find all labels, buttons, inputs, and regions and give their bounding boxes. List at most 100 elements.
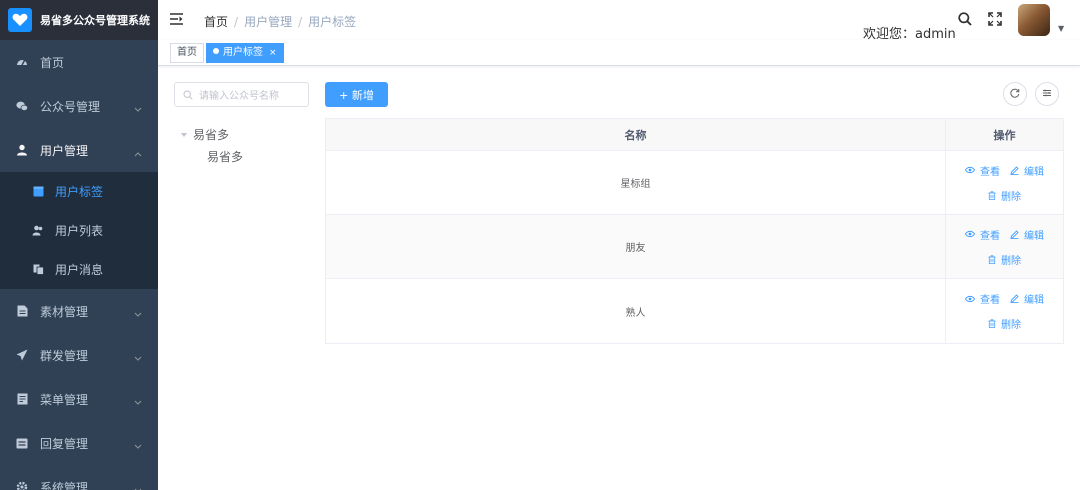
official-account-search-input[interactable]: 请输入公众号名称 [174, 82, 309, 107]
sidebar-item-label: 素材管理 [40, 304, 89, 319]
heart-logo-icon [8, 8, 32, 32]
tag-icon [32, 186, 44, 198]
sidebar-item-user-tags[interactable]: 用户标签 [0, 172, 158, 211]
message-icon [32, 264, 44, 276]
sidebar-item-reply[interactable]: 回复管理 [0, 421, 158, 465]
view-button[interactable]: 查看 [965, 291, 1000, 306]
user-icon [16, 144, 28, 156]
tree-node-child[interactable]: 易省多 [207, 148, 243, 165]
cell-actions: 查看 编辑 删除 [946, 279, 1063, 343]
tags-table: 名称 操作 星标组 查看 编辑 删除 朋友 查看 编辑 删除 熟人 查看 编辑 … [325, 118, 1064, 344]
delete-button[interactable]: 删除 [988, 316, 1021, 331]
fullscreen-icon[interactable] [988, 12, 1002, 29]
sidebar-item-home[interactable]: 首页 [0, 40, 158, 84]
add-button[interactable]: + 新增 [325, 82, 388, 107]
breadcrumb-separator: / [298, 15, 303, 29]
delete-button[interactable]: 删除 [988, 252, 1021, 267]
sidebar-item-label: 首页 [40, 55, 65, 70]
edit-icon [1010, 165, 1019, 175]
chevron-down-icon [134, 102, 142, 116]
top-navbar: 首页 / 用户管理 / 用户标签 欢迎您：admin ▼ [158, 0, 1080, 42]
cell-actions: 查看 编辑 删除 [946, 151, 1063, 214]
settings-icon [16, 481, 28, 490]
edit-button[interactable]: 编辑 [1010, 291, 1044, 306]
users-submenu: 用户标签 用户列表 用户消息 [0, 172, 158, 289]
trash-icon [988, 190, 996, 200]
active-dot-icon [213, 48, 219, 54]
delete-button[interactable]: 删除 [988, 188, 1021, 203]
hamburger-toggle-icon[interactable] [170, 13, 184, 28]
eye-icon [965, 295, 975, 303]
caret-down-icon[interactable]: ▼ [1058, 24, 1064, 33]
sidebar-item-user-messages[interactable]: 用户消息 [0, 250, 158, 289]
eye-icon [965, 166, 975, 174]
table-row: 熟人 查看 编辑 删除 [326, 279, 1063, 343]
caret-down-icon[interactable] [181, 133, 187, 137]
edit-icon [1010, 229, 1019, 239]
view-button[interactable]: 查看 [965, 227, 1000, 242]
breadcrumb-separator: / [234, 15, 239, 29]
tab-home[interactable]: 首页 [170, 43, 204, 63]
sidebar-item-users[interactable]: 用户管理 [0, 128, 158, 172]
sidebar-item-label: 群发管理 [40, 348, 89, 363]
cell-name: 熟人 [326, 279, 946, 343]
logo-area[interactable]: 易省多公众号管理系统 [0, 0, 158, 40]
tab-user-tags[interactable]: 用户标签 × [206, 43, 284, 63]
trash-icon [988, 254, 996, 264]
dashboard-icon [16, 56, 28, 68]
tree-node-label: 易省多 [207, 150, 244, 164]
refresh-icon [1010, 87, 1020, 101]
chevron-down-icon [134, 307, 142, 321]
cell-name: 星标组 [326, 151, 946, 214]
sidebar: 易省多公众号管理系统 首页 公众号管理 用户管理 用户标签 用户列表 用户消息 … [0, 0, 158, 490]
delete-label: 删除 [1001, 191, 1021, 203]
refresh-button[interactable] [1003, 82, 1027, 106]
edit-label: 编辑 [1024, 166, 1044, 178]
sidebar-item-label: 用户标签 [55, 185, 104, 199]
search-icon [183, 89, 193, 100]
menu-doc-icon [16, 393, 28, 405]
view-label: 查看 [980, 230, 1000, 242]
filter-settings-icon [1042, 87, 1052, 101]
chevron-down-icon [134, 351, 142, 365]
peoples-icon [32, 225, 44, 237]
avatar[interactable] [1018, 4, 1050, 36]
edit-button[interactable]: 编辑 [1010, 163, 1044, 178]
delete-label: 删除 [1001, 255, 1021, 267]
edit-label: 编辑 [1024, 295, 1044, 306]
view-button[interactable]: 查看 [965, 163, 1000, 178]
tree-node-label: 易省多 [193, 128, 230, 142]
sidebar-item-label: 回复管理 [40, 436, 89, 451]
trash-icon [988, 319, 996, 328]
search-icon[interactable] [958, 12, 972, 29]
close-icon[interactable]: × [269, 48, 277, 58]
sidebar-item-label: 菜单管理 [40, 392, 89, 407]
tab-label: 首页 [177, 47, 197, 58]
table-row: 朋友 查看 编辑 删除 [326, 215, 1063, 279]
breadcrumb-item: 用户管理 [244, 15, 293, 29]
sidebar-item-label: 公众号管理 [40, 99, 101, 114]
edit-button[interactable]: 编辑 [1010, 227, 1044, 242]
tab-label: 用户标签 [223, 47, 263, 58]
sidebar-item-user-list[interactable]: 用户列表 [0, 211, 158, 250]
column-header-actions: 操作 [993, 128, 1016, 142]
breadcrumb: 首页 / 用户管理 / 用户标签 [204, 13, 356, 30]
sidebar-item-materials[interactable]: 素材管理 [0, 289, 158, 333]
edit-label: 编辑 [1024, 230, 1044, 242]
sidebar-item-label: 系统管理 [40, 480, 89, 490]
breadcrumb-item: 用户标签 [308, 15, 357, 29]
sidebar-item-broadcast[interactable]: 群发管理 [0, 333, 158, 377]
wechat-icon [16, 100, 28, 112]
sidebar-item-label: 用户列表 [55, 224, 104, 238]
tags-view-bar: 首页 用户标签 × [158, 40, 1080, 66]
chevron-down-icon [134, 439, 142, 453]
column-settings-button[interactable] [1035, 82, 1059, 106]
sidebar-item-wechat[interactable]: 公众号管理 [0, 84, 158, 128]
sidebar-item-menu-mgmt[interactable]: 菜单管理 [0, 377, 158, 421]
column-header-name: 名称 [326, 119, 946, 150]
sidebar-item-system[interactable]: 系统管理 [0, 465, 158, 490]
tree-node-root[interactable]: 易省多 [181, 126, 229, 143]
search-placeholder: 请输入公众号名称 [199, 91, 279, 102]
breadcrumb-item[interactable]: 首页 [204, 15, 228, 29]
app-title: 易省多公众号管理系统 [40, 14, 150, 27]
